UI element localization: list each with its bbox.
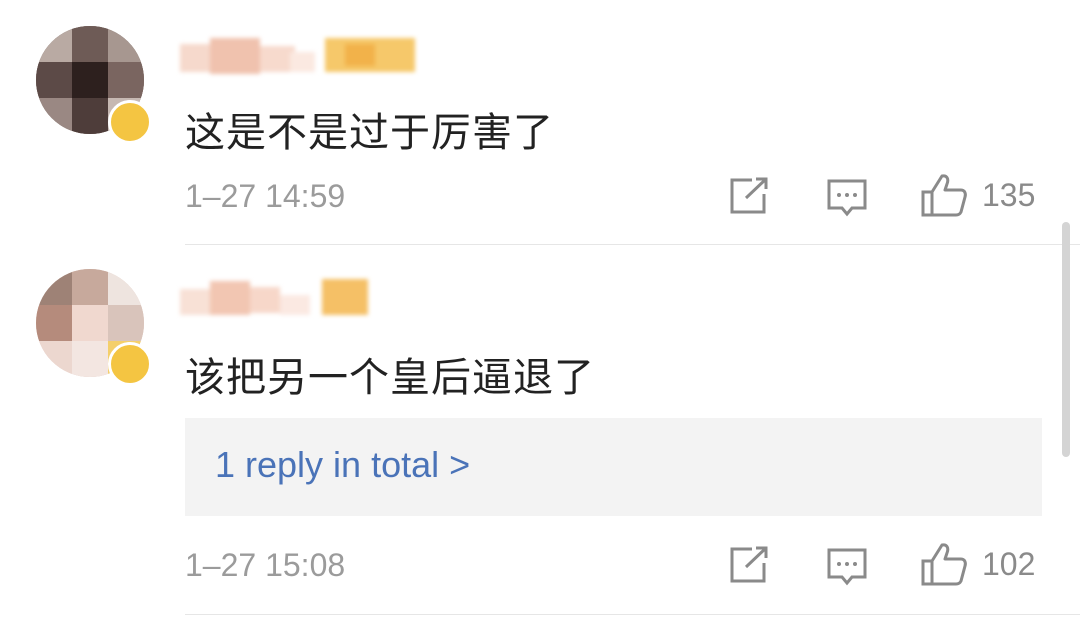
username-blur-image [180, 38, 415, 74]
like-count: 102 [982, 545, 1036, 582]
comment-text: 这是不是过于厉害了 [185, 110, 554, 156]
share-icon [730, 177, 768, 214]
vip-badge-icon [108, 342, 152, 386]
thumbs-up-icon [921, 543, 967, 586]
share-icon [730, 546, 768, 583]
comment-item: 这是不是过于厉害了 1–27 14:59 135 [0, 0, 1080, 245]
comment-button[interactable] [826, 547, 868, 587]
vip-badge-icon [108, 100, 152, 144]
comment-timestamp: 1–27 15:08 [185, 547, 346, 583]
share-button[interactable] [728, 176, 770, 216]
scrollbar[interactable] [1062, 222, 1070, 457]
share-button[interactable] [728, 545, 770, 585]
thumbs-up-icon [921, 174, 967, 217]
username-blurred[interactable] [180, 34, 420, 80]
like-button[interactable]: 102 [920, 541, 1035, 587]
comment-icon [827, 548, 867, 586]
reply-summary-link[interactable]: 1 reply in total > [215, 444, 470, 486]
comment-text: 该把另一个皇后逼退了 [185, 355, 595, 401]
username-blur-image [180, 279, 368, 315]
like-count: 135 [982, 176, 1036, 213]
comment-divider [185, 614, 1080, 615]
like-button[interactable]: 135 [920, 172, 1035, 218]
reply-summary-box[interactable]: 1 reply in total > [185, 418, 1042, 516]
comment-timestamp: 1–27 14:59 [185, 178, 346, 214]
comment-icon [827, 179, 867, 217]
comment-button[interactable] [826, 178, 868, 218]
username-blurred[interactable] [180, 275, 380, 321]
